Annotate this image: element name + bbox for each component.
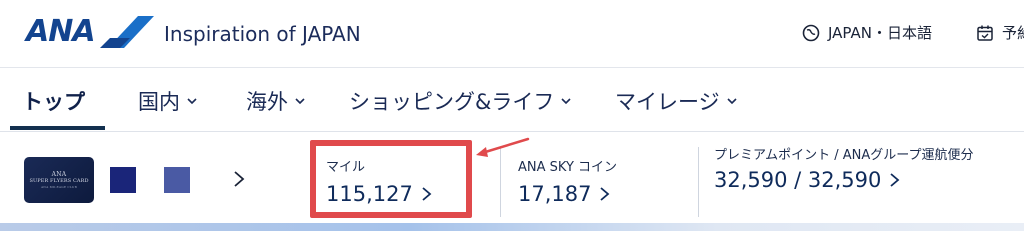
chevron-down-icon bbox=[295, 98, 305, 105]
nav-tab-label: 海外 bbox=[246, 90, 288, 114]
hero-image-edge bbox=[0, 223, 1024, 231]
site-header: ANA Inspiration of JAPAN JAPAN・日本語 予約 bbox=[0, 0, 1024, 68]
card-swatch-2[interactable] bbox=[164, 167, 190, 193]
premium-points-value: 32,590 / 32,590 bbox=[714, 168, 882, 192]
calendar-icon bbox=[977, 25, 993, 41]
nav-tab-label: トップ bbox=[22, 90, 85, 114]
language-selector[interactable]: JAPAN・日本語 bbox=[802, 22, 932, 43]
active-tab-indicator bbox=[10, 126, 105, 130]
nav-tab-mileage[interactable]: マイレージ bbox=[615, 86, 738, 116]
sky-coin-balance[interactable]: ANA SKY コイン 17,187 bbox=[518, 156, 617, 206]
chevron-down-icon bbox=[561, 98, 571, 105]
chevron-down-icon bbox=[727, 98, 737, 105]
ana-logo[interactable]: ANA bbox=[26, 14, 96, 49]
chevron-right-icon bbox=[890, 173, 900, 187]
globe-icon bbox=[802, 24, 820, 41]
main-nav: トップ 国内 海外 ショッピング&ライフ マイレージ bbox=[0, 68, 1024, 132]
account-summary-bar: ANA SUPER FLYERS CARD ANA MILEAGE CLUB マ… bbox=[0, 133, 1024, 231]
divider bbox=[698, 147, 699, 217]
chevron-right-icon bbox=[600, 187, 610, 201]
reservation-link[interactable]: 予約 bbox=[976, 22, 1024, 43]
card-swatch-1[interactable] bbox=[110, 167, 136, 193]
nav-tab-top[interactable]: トップ bbox=[22, 86, 85, 116]
logo-swoosh-icon bbox=[100, 16, 154, 48]
premium-points-label: プレミアムポイント / ANAグループ運航便分 bbox=[714, 148, 974, 163]
nav-tab-label: マイレージ bbox=[615, 90, 720, 114]
sky-coin-label: ANA SKY コイン bbox=[518, 160, 618, 175]
nav-tab-label: 国内 bbox=[138, 90, 180, 114]
annotation-highlight-box bbox=[310, 140, 472, 218]
language-label: JAPAN・日本語 bbox=[828, 24, 932, 42]
nav-tab-shopping[interactable]: ショッピング&ライフ bbox=[349, 86, 572, 116]
nav-tab-international[interactable]: 海外 bbox=[246, 86, 306, 116]
annotation-arrow-icon bbox=[476, 137, 530, 157]
ana-page: ANA Inspiration of JAPAN JAPAN・日本語 予約 bbox=[0, 0, 1024, 231]
nav-tab-label: ショッピング&ライフ bbox=[349, 90, 555, 114]
site-tagline: Inspiration of JAPAN bbox=[164, 22, 361, 46]
reservation-label: 予約 bbox=[1002, 24, 1024, 42]
sky-coin-value: 17,187 bbox=[518, 182, 592, 206]
chevron-down-icon bbox=[187, 98, 197, 105]
logo-text: ANA bbox=[26, 14, 96, 49]
card-brand: ANA bbox=[51, 171, 67, 178]
nav-tab-domestic[interactable]: 国内 bbox=[138, 86, 198, 116]
chevron-right-icon[interactable] bbox=[232, 170, 246, 188]
premium-points-balance[interactable]: プレミアムポイント / ANAグループ運航便分 32,590 / 32,590 bbox=[714, 147, 994, 192]
card-name: SUPER FLYERS CARD bbox=[29, 178, 89, 184]
card-subtitle: ANA MILEAGE CLUB bbox=[40, 185, 78, 189]
membership-card-image[interactable]: ANA SUPER FLYERS CARD ANA MILEAGE CLUB bbox=[24, 157, 94, 203]
